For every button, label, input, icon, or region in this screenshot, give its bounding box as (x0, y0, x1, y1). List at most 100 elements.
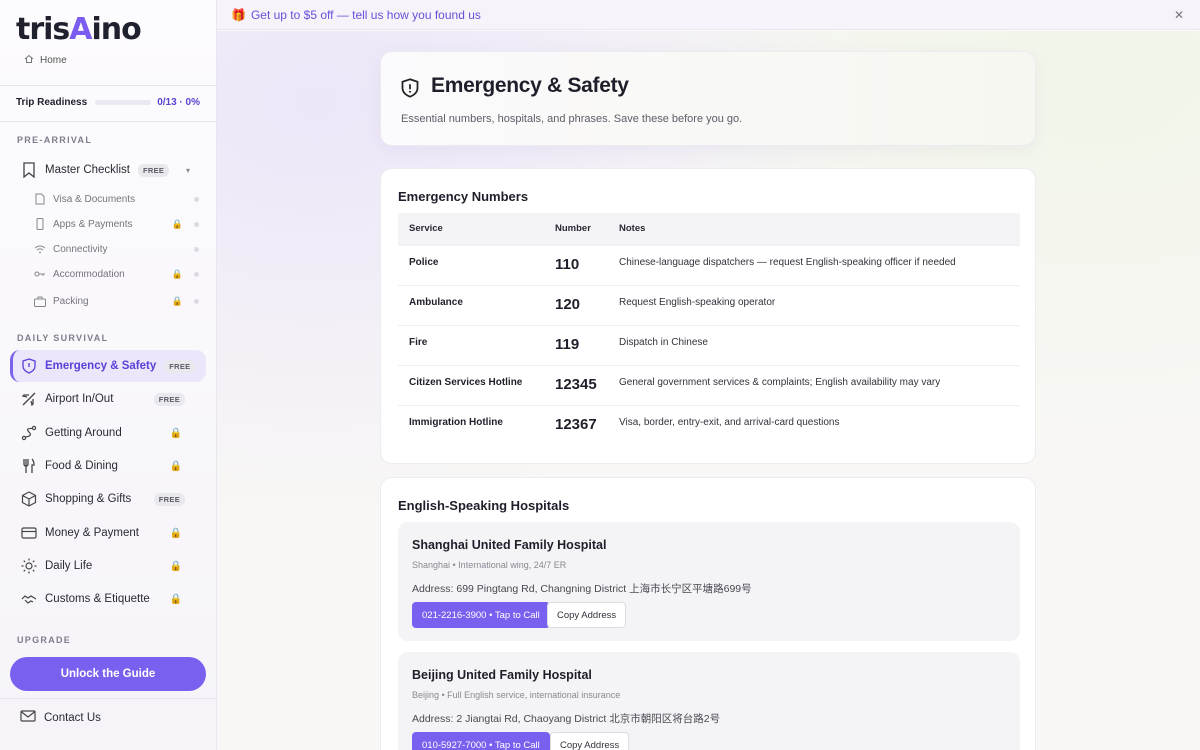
status-dot (194, 246, 199, 252)
section-title-daily-survival: DAILY SURVIVAL (17, 333, 109, 343)
sidebar-item-label: Money & Payment (45, 527, 139, 539)
table-row[interactable]: Ambulance 120 Request English-speaking o… (398, 284, 1020, 325)
notes-cell: Dispatch in Chinese (608, 324, 1020, 365)
checklist-item-apps[interactable]: Apps & Payments 🔒 (33, 213, 203, 235)
free-badge: FREE (153, 492, 185, 506)
service-cell: Citizen Services Hotline (398, 364, 544, 405)
column-header: Number (555, 223, 591, 235)
status-dot (194, 271, 199, 277)
sidebar-item-airport[interactable]: Airport In/Out FREE (10, 383, 206, 415)
checklist-item-label: Connectivity (53, 243, 108, 255)
service-cell: Police (398, 244, 544, 285)
route-icon (20, 424, 38, 442)
lock-icon: 🔒 (171, 268, 183, 279)
lock-icon: 🔒 (171, 295, 183, 306)
number-cell[interactable]: 120 (544, 284, 608, 325)
home-label: Home (40, 55, 67, 66)
hospital-item: Shanghai United Family Hospital Shanghai… (398, 522, 1020, 641)
sidebar-item-label: Daily Life (45, 560, 93, 572)
sidebar-item-daily-life[interactable]: Daily Life 🔒 (10, 550, 206, 582)
home-link[interactable]: Home (24, 54, 67, 67)
plane-icon (20, 390, 38, 408)
readiness-label: Trip Readiness (16, 97, 88, 108)
emergency-numbers-table: Service Number Notes Police 110 Chinese-… (398, 213, 1020, 445)
lock-icon: 🔒 (169, 460, 182, 472)
table-row[interactable]: Immigration Hotline 12367 Visa, border, … (398, 404, 1020, 445)
handshake-icon (20, 590, 38, 608)
sidebar-item-getting-around[interactable]: Getting Around 🔒 (10, 417, 206, 449)
wifi-icon (33, 245, 47, 254)
contact-us-link[interactable]: Contact Us (20, 710, 101, 725)
number-cell[interactable]: 119 (544, 324, 608, 365)
divider (0, 121, 217, 122)
hospital-meta: Beijing • Full English service, internat… (412, 690, 621, 700)
number-cell[interactable]: 110 (544, 244, 608, 285)
service-cell: Immigration Hotline (398, 404, 544, 445)
table-header-row: Service Number Notes (398, 213, 1020, 245)
promo-text: Get up to $5 off — tell us how you found… (250, 7, 481, 22)
number-cell[interactable]: 12367 (544, 404, 608, 445)
card-icon (20, 524, 38, 542)
sidebar: trisAino Home Trip Readiness 0/13 · 0% P… (0, 0, 217, 750)
logo[interactable]: trisAino (16, 12, 142, 47)
chevron-down-icon: ▾ (185, 165, 190, 175)
notes-cell: Request English-speaking operator (608, 284, 1020, 325)
sidebar-item-label: Customs & Etiquette (45, 593, 150, 605)
call-button[interactable]: 010-5927-7000 • Tap to Call (412, 732, 550, 750)
checklist-item-visa[interactable]: Visa & Documents (33, 188, 203, 210)
trip-readiness: Trip Readiness 0/13 · 0% (16, 97, 200, 108)
checklist-item-label: Accommodation (53, 268, 125, 280)
main-content: Emergency & Safety Essential numbers, ho… (217, 31, 1200, 750)
service-cell: Ambulance (398, 284, 544, 325)
free-badge: FREE (153, 392, 185, 406)
checklist-item-connectivity[interactable]: Connectivity (33, 238, 203, 260)
key-icon (33, 270, 47, 278)
checklist-item-packing[interactable]: Packing 🔒 (33, 290, 203, 312)
sidebar-item-money[interactable]: Money & Payment 🔒 (10, 517, 206, 549)
copy-address-button[interactable]: Copy Address (550, 732, 630, 750)
hospital-address: Address: 2 Jiangtai Rd, Chaoyang Distric… (412, 713, 721, 725)
table-row[interactable]: Police 110 Chinese-language dispatchers … (398, 244, 1020, 285)
sun-icon (20, 557, 38, 575)
sidebar-item-emergency-safety[interactable]: Emergency & Safety FREE (10, 350, 206, 382)
free-badge: FREE (164, 359, 196, 373)
free-badge: FREE (138, 163, 170, 177)
status-dot (194, 196, 199, 202)
sidebar-item-label: Getting Around (45, 427, 122, 439)
sidebar-item-master-checklist[interactable]: Master Checklist FREE ▾ (10, 154, 206, 186)
notes-cell: General government services & complaints… (608, 364, 1020, 405)
close-icon[interactable]: ✕ (1174, 8, 1184, 22)
number-cell[interactable]: 12345 (544, 364, 608, 405)
hospitals-card: English-Speaking Hospitals Shanghai Unit… (380, 477, 1036, 750)
checklist-item-accommodation[interactable]: Accommodation 🔒 (33, 263, 203, 285)
sidebar-item-customs[interactable]: Customs & Etiquette 🔒 (10, 583, 206, 615)
shield-icon (401, 78, 419, 103)
sidebar-item-label: Shopping & Gifts (45, 493, 132, 505)
readiness-progress-bar (95, 100, 152, 105)
mail-icon (20, 710, 36, 725)
promo-banner[interactable]: 🎁 Get up to $5 off — tell us how you fou… (217, 0, 1200, 30)
shield-icon (20, 357, 38, 375)
hospital-name: Shanghai United Family Hospital (412, 538, 607, 552)
status-dot (194, 221, 199, 227)
sidebar-item-shopping[interactable]: Shopping & Gifts FREE (10, 483, 206, 515)
service-cell: Fire (398, 324, 544, 365)
column-header: Service (409, 223, 443, 235)
hospital-name: Beijing United Family Hospital (412, 668, 592, 682)
page-subtitle: Essential numbers, hospitals, and phrase… (401, 113, 743, 125)
box-icon (20, 490, 38, 508)
section-title-pre-arrival: PRE-ARRIVAL (17, 135, 93, 145)
lock-icon: 🔒 (169, 593, 182, 605)
unlock-guide-button[interactable]: Unlock the Guide (10, 657, 206, 691)
call-button[interactable]: 021-2216-3900 • Tap to Call (412, 602, 550, 628)
sidebar-item-food[interactable]: Food & Dining 🔒 (10, 450, 206, 482)
page-header: Emergency & Safety Essential numbers, ho… (380, 51, 1036, 146)
document-icon (33, 193, 47, 205)
copy-address-button[interactable]: Copy Address (547, 602, 627, 628)
table-row[interactable]: Fire 119 Dispatch in Chinese (398, 324, 1020, 365)
table-row[interactable]: Citizen Services Hotline 12345 General g… (398, 364, 1020, 405)
column-header: Notes (619, 223, 646, 235)
page-title: Emergency & Safety (431, 74, 629, 97)
hospital-meta: Shanghai • International wing, 24/7 ER (412, 560, 567, 570)
sidebar-item-label: Emergency & Safety (45, 360, 157, 372)
